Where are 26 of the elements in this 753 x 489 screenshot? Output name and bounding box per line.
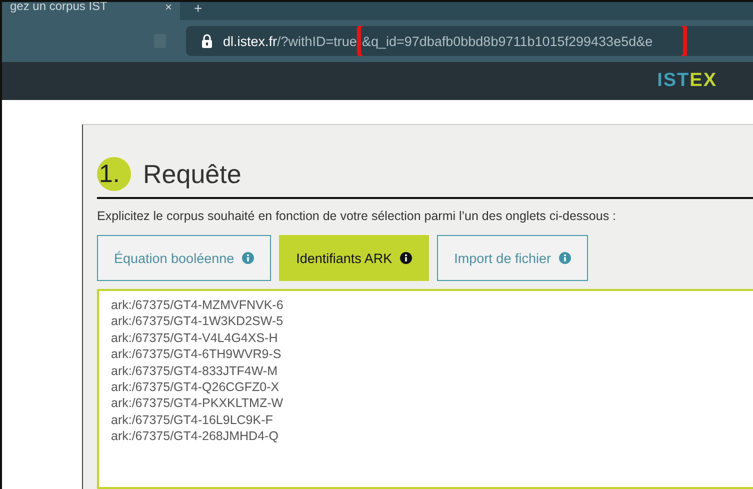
identifiers-field[interactable] (97, 289, 753, 489)
identifier-line: ark:/67375/GT4-MZMVFNVK-6 (111, 297, 284, 314)
new-tab-button[interactable]: + (194, 2, 202, 16)
info-icon (242, 252, 254, 264)
identifier-line: ark:/67375/GT4-268JMHD4-Q (111, 428, 280, 445)
tab[interactable]: Identifiants ARK (279, 235, 430, 281)
identifier-line: ark:/67375/GT4-V4L4G4XS-H (111, 330, 279, 346)
identifier-line: ark:/67375/GT4-833JTF4W-M (111, 362, 278, 380)
identifier-line: ark:/67375/GT4-PKXKLTMZ-W (111, 395, 284, 412)
info-icon (400, 252, 412, 264)
close-icon[interactable]: × (164, 2, 172, 14)
lock-icon (201, 34, 213, 48)
tab[interactable]: Équation booléenne (97, 235, 272, 281)
tab[interactable]: Import de fichier (437, 235, 588, 281)
info-icon (558, 252, 571, 264)
step-number: 1. (97, 157, 131, 191)
url-text[interactable]: &q_id=97dbafb0bbd8b9711b1015f299433e5d&e (362, 34, 653, 48)
logo[interactable]: ISTEX (657, 70, 717, 92)
identifier-line: ark:/67375/GT4-6TH9WVR9-S (111, 346, 282, 363)
section-title: Requête (143, 158, 242, 190)
description-text: Explicitez le corpus souhaité en fonction de votre sélection parmi l’un des onglets ci-dessous : (97, 209, 618, 223)
identifier-line: ark:/67375/GT4-1W3KD2SW-5 (111, 313, 284, 330)
identifier-line: ark:/67375/GT4-Q26CGFZ0-X (111, 379, 280, 396)
url-text[interactable]: dl.istex.fr/?withID=true (223, 34, 357, 48)
identifier-line: ark:/67375/GT4-16L9LC9K-F (111, 412, 274, 428)
address-field[interactable]: dl.istex.fr/?withID=true &q_id=97dbafb0bbd8b9711b1015f299433e5d&e (186, 26, 753, 56)
